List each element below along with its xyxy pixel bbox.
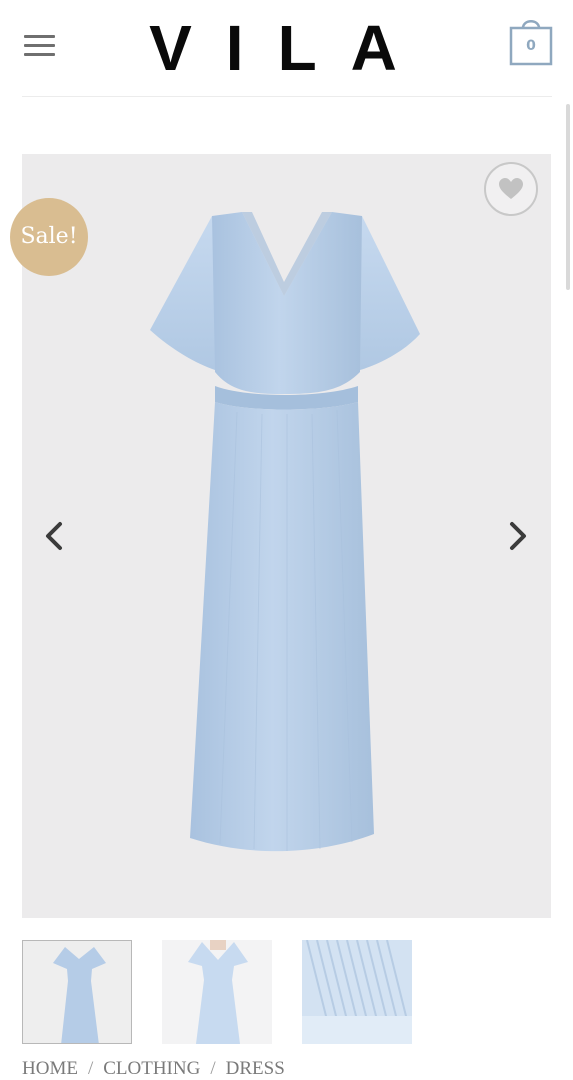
product-image [150, 212, 420, 852]
cart-count: 0 [526, 38, 536, 54]
cart-button[interactable]: 0 [508, 14, 554, 66]
thumbnail-2[interactable] [162, 940, 272, 1044]
thumbnail-image [53, 947, 106, 1043]
breadcrumb-dress[interactable]: DRESS [226, 1058, 285, 1079]
breadcrumb: HOME / CLOTHING / DRESS [22, 1058, 285, 1080]
site-header: VILA 0 [0, 0, 573, 96]
breadcrumb-separator: / [87, 1058, 94, 1079]
sale-badge: Sale! [10, 198, 88, 276]
breadcrumb-separator: / [210, 1058, 216, 1079]
thumbnail-image [302, 940, 412, 1044]
wishlist-button[interactable] [484, 162, 538, 216]
brand-logo-text: VILA [149, 12, 431, 76]
thumbnail-3[interactable] [302, 940, 412, 1044]
thumbnail-image [188, 940, 248, 1044]
heart-icon [499, 178, 523, 199]
breadcrumb-clothing[interactable]: CLOTHING [103, 1058, 200, 1079]
brand-logo[interactable]: VILA [140, 12, 440, 76]
thumbnail-1[interactable] [22, 940, 132, 1044]
header-divider [22, 96, 552, 97]
chevron-left-icon[interactable] [40, 516, 70, 556]
product-gallery[interactable] [22, 154, 551, 918]
hamburger-menu-icon[interactable] [24, 33, 55, 57]
chevron-right-icon[interactable] [502, 516, 532, 556]
scrollbar[interactable] [566, 104, 570, 290]
breadcrumb-home[interactable]: HOME [22, 1058, 78, 1079]
